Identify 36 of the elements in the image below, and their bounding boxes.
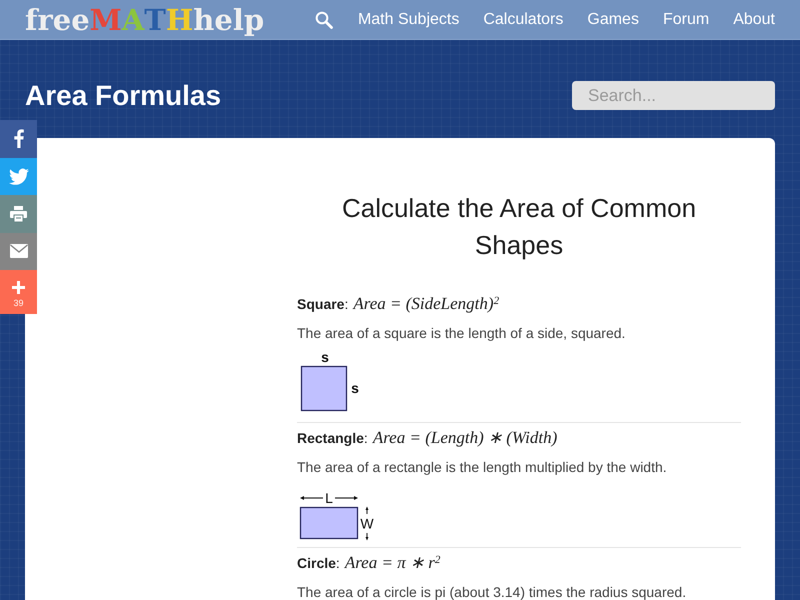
facebook-share-button[interactable] <box>0 120 37 158</box>
shape-description: The area of a square is the length of a side, squared. <box>297 324 626 343</box>
shape-description: The area of a circle is pi (about 3.14) times the radius squared. <box>297 583 688 600</box>
width-label: W <box>360 516 374 532</box>
side-label: s <box>321 349 329 365</box>
nav-link[interactable]: Calculators <box>483 10 564 30</box>
search-field[interactable]: Search... <box>572 81 775 110</box>
more-share-button[interactable]: 39 <box>0 270 37 314</box>
envelope-icon <box>10 244 28 258</box>
article-title: Calculate the Area of Common Shapes <box>340 192 698 262</box>
formula: Area = (SideLength)$^{2}$ <box>353 293 500 315</box>
search-button[interactable] <box>314 10 333 28</box>
shape-name: Rectangle: <box>297 429 368 448</box>
shape-name: Square: <box>297 295 348 314</box>
shape-description: The area of a rectangle is the length multiplied by the width. <box>297 458 668 477</box>
length-label: L <box>325 490 333 506</box>
search-icon <box>314 10 333 28</box>
email-button[interactable] <box>0 232 37 270</box>
site-logo[interactable]: freeMATHhelp <box>25 4 264 36</box>
rectangle-shape <box>300 506 358 540</box>
side-label: s <box>351 380 359 396</box>
printer-icon <box>10 206 27 222</box>
page-title: Area Formulas <box>25 80 222 112</box>
square-shape <box>300 366 348 412</box>
bird-icon <box>8 168 28 185</box>
shape-name: Circle: <box>297 554 340 573</box>
nav-link[interactable]: Forum <box>662 10 710 30</box>
formula: Area = (Length) ∗ (Width) <box>372 427 558 449</box>
nav-link[interactable]: About <box>733 10 775 30</box>
formula: Area = π ∗ r$^{2}$ <box>344 552 440 574</box>
twitter-share-button[interactable] <box>0 158 37 195</box>
nav-link[interactable]: Math Subjects <box>358 10 460 30</box>
print-button[interactable] <box>0 195 37 232</box>
nav-link[interactable]: Games <box>587 10 639 30</box>
facebook-icon <box>14 129 24 148</box>
plus-icon <box>12 280 25 294</box>
